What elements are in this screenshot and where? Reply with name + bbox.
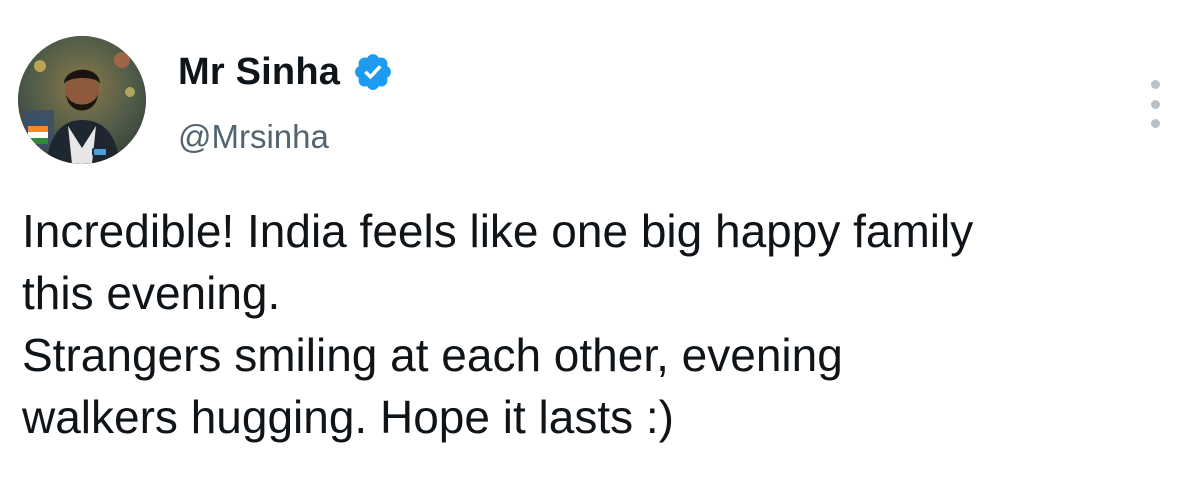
tweet-text-line: Incredible! India feels like one big hap… bbox=[22, 205, 974, 257]
tweet-text-line: Strangers smiling at each other, evening bbox=[22, 329, 843, 381]
more-options-icon[interactable] bbox=[1140, 80, 1170, 128]
author-handle[interactable]: @Mrsinha bbox=[178, 120, 329, 153]
tweet-text-line: this evening. bbox=[22, 267, 281, 319]
avatar-image bbox=[18, 36, 146, 164]
tweet-text: Incredible! India feels like one big hap… bbox=[22, 200, 1182, 448]
tweet-text-line: walkers hugging. Hope it lasts :) bbox=[22, 391, 674, 443]
display-name[interactable]: Mr Sinha bbox=[178, 53, 340, 91]
tweet-card: Mr Sinha @Mrsinha Incredible! India feel… bbox=[0, 0, 1200, 484]
more-dot bbox=[1150, 119, 1160, 128]
more-dot bbox=[1150, 99, 1160, 109]
verified-badge-icon bbox=[352, 51, 394, 93]
avatar[interactable] bbox=[18, 36, 146, 164]
more-dot bbox=[1150, 80, 1160, 89]
author-name-row: Mr Sinha bbox=[178, 46, 394, 98]
